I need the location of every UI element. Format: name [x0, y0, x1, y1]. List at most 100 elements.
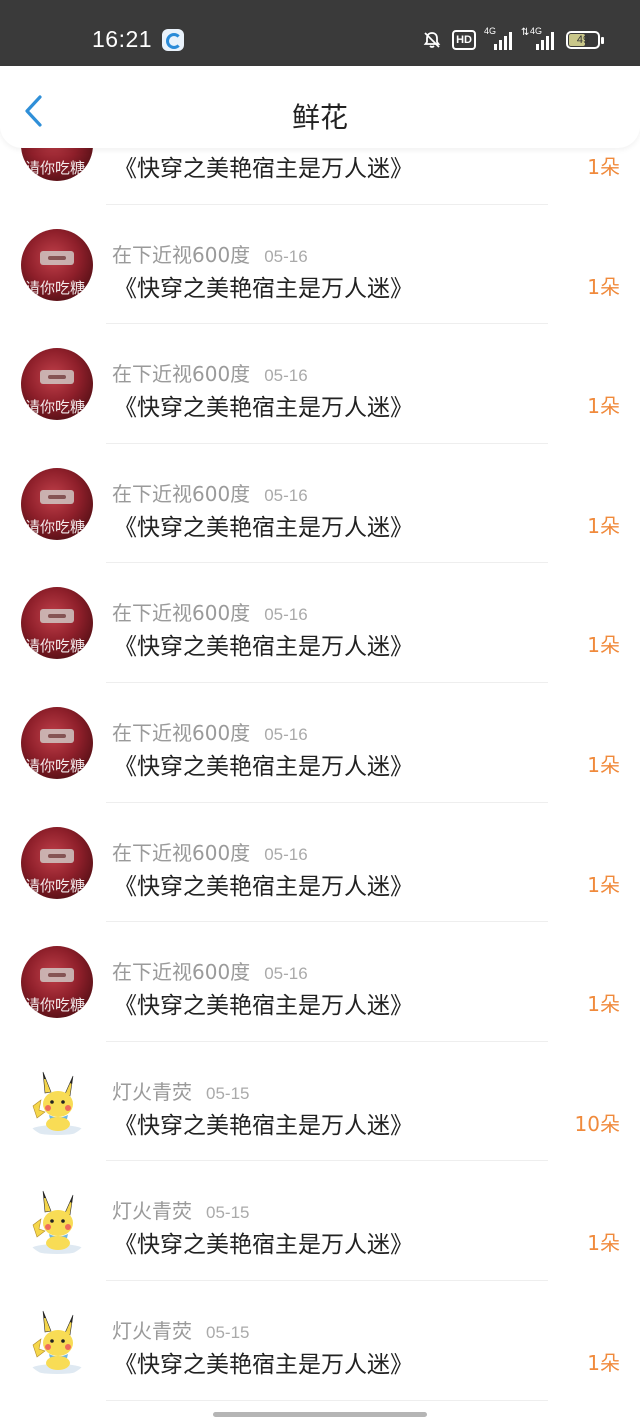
flower-count: 1朵 [587, 513, 620, 538]
row-divider [106, 1399, 548, 1401]
list-item[interactable]: 灯火青荧 05-15 《快穿之美艳宿主是万人迷》 1朵 [0, 1281, 640, 1401]
red-knife-avatar[interactable]: 请你吃糖 [21, 706, 93, 779]
avatar-caption: 请你吃糖 [25, 756, 86, 775]
list-item[interactable]: 请你吃糖 在下近视600度 05-16 《快穿之美艳宿主是万人迷》 1朵 [0, 803, 640, 923]
send-date: 05-16 [264, 724, 308, 744]
flower-list: 请你吃糖在下近视600度05-16《快穿之美艳宿主是万人迷》1朵请你吃糖在下近视… [0, 85, 640, 1401]
sender-line: 在下近视600度 05-16 [112, 956, 308, 985]
avatar-caption: 请你吃糖 [25, 278, 86, 297]
flower-count: 10朵 [574, 1111, 620, 1136]
flower-count: 1朵 [587, 1350, 620, 1375]
avatar-caption: 请你吃糖 [25, 996, 86, 1015]
sender-line: 在下近视600度 05-16 [112, 358, 308, 387]
red-knife-avatar[interactable]: 请你吃糖 [21, 826, 93, 899]
red-knife-avatar[interactable]: 请你吃糖 [21, 587, 93, 660]
send-date: 05-15 [206, 1203, 250, 1223]
blade-graphic [40, 489, 74, 504]
signal-icon: 4G [484, 26, 512, 50]
red-knife-avatar[interactable]: 请你吃糖 [21, 348, 93, 421]
sender-line: 在下近视600度 05-16 [112, 717, 308, 746]
flower-count: 1朵 [587, 633, 620, 658]
list-item[interactable]: 请你吃糖 在下近视600度 05-16 《快穿之美艳宿主是万人迷》 1朵 [0, 205, 640, 325]
red-knife-avatar[interactable]: 请你吃糖 [21, 467, 93, 540]
sender-line: 灯火青荧 05-15 [112, 1315, 249, 1344]
flower-count: 1朵 [587, 872, 620, 897]
signal-icon-2: 4G ⇅ [521, 26, 556, 50]
pikachu-avatar[interactable] [21, 1065, 93, 1138]
send-date: 05-15 [206, 1322, 250, 1342]
sender-name[interactable]: 在下近视600度 [112, 960, 250, 984]
pikachu-avatar[interactable] [21, 1304, 93, 1377]
red-knife-avatar[interactable]: 请你吃糖 [21, 228, 93, 301]
blade-graphic [40, 370, 74, 385]
book-title: 《快穿之美艳宿主是万人迷》 [114, 156, 413, 182]
send-date: 05-16 [264, 485, 308, 505]
network-type-label: 4G [484, 26, 497, 36]
send-date: 05-15 [206, 1083, 250, 1103]
sender-line: 灯火青荧 05-15 [112, 1076, 249, 1105]
hd-badge: HD [452, 30, 476, 50]
sender-name[interactable]: 在下近视600度 [112, 362, 250, 386]
book-title: 《快穿之美艳宿主是万人迷》 [114, 993, 413, 1020]
sender-name[interactable]: 在下近视600度 [112, 482, 250, 506]
avatar-caption: 请你吃糖 [25, 398, 86, 417]
avatar-caption: 请你吃糖 [25, 876, 86, 895]
silent-bell-icon [422, 30, 442, 50]
send-date: 05-16 [264, 246, 308, 266]
list-item[interactable]: 请你吃糖 在下近视600度 05-16 《快穿之美艳宿主是万人迷》 1朵 [0, 922, 640, 1042]
sender-name[interactable]: 在下近视600度 [112, 243, 250, 267]
status-bar: 16:21 HD 4G 4G ⇅ 49 [0, 0, 640, 66]
status-time: 16:21 [92, 26, 153, 52]
list-item[interactable]: 请你吃糖 在下近视600度 05-16 《快穿之美艳宿主是万人迷》 1朵 [0, 563, 640, 683]
app-notification-icon [162, 29, 184, 51]
avatar-caption: 请你吃糖 [25, 517, 86, 536]
list-item[interactable]: 请你吃糖 在下近视600度 05-16 《快穿之美艳宿主是万人迷》 1朵 [0, 324, 640, 444]
sender-name[interactable]: 灯火青荧 [112, 1199, 192, 1223]
send-date: 05-16 [264, 605, 308, 625]
flower-count: 1朵 [587, 274, 620, 299]
list-item[interactable]: 请你吃糖 在下近视600度 05-16 《快穿之美艳宿主是万人迷》 1朵 [0, 444, 640, 564]
blade-graphic [40, 250, 74, 265]
blade-graphic [40, 848, 74, 863]
sender-line: 在下近视600度 05-16 [112, 837, 308, 866]
home-indicator[interactable] [213, 1412, 427, 1417]
sender-line: 在下近视600度 05-16 [112, 239, 308, 268]
send-date: 05-16 [264, 964, 308, 984]
book-title: 《快穿之美艳宿主是万人迷》 [114, 634, 413, 661]
list-item[interactable]: 灯火青荧 05-15 《快穿之美艳宿主是万人迷》 1朵 [0, 1161, 640, 1281]
avatar-caption: 请你吃糖 [25, 637, 86, 656]
book-title: 《快穿之美艳宿主是万人迷》 [114, 1351, 413, 1378]
status-icons: HD 4G 4G ⇅ 49 [422, 26, 604, 52]
flower-count: 1朵 [587, 752, 620, 777]
list-item[interactable]: 灯火青荧 05-15 《快穿之美艳宿主是万人迷》 10朵 [0, 1042, 640, 1162]
blade-graphic [40, 728, 74, 743]
send-date: 05-16 [264, 366, 308, 386]
sender-name[interactable]: 灯火青荧 [112, 1080, 192, 1104]
book-title: 《快穿之美艳宿主是万人迷》 [114, 753, 413, 780]
nav-header: 鲜花 [0, 66, 640, 148]
send-date: 05-16 [264, 844, 308, 864]
book-title: 《快穿之美艳宿主是万人迷》 [114, 395, 413, 422]
book-title: 《快穿之美艳宿主是万人迷》 [114, 1232, 413, 1259]
page-title: 鲜花 [291, 101, 348, 134]
sender-name[interactable]: 灯火青荧 [112, 1319, 192, 1343]
sender-line: 在下近视600度 05-16 [112, 597, 308, 626]
sender-name[interactable]: 在下近视600度 [112, 601, 250, 625]
book-title: 《快穿之美艳宿主是万人迷》 [114, 1112, 413, 1139]
sender-name[interactable]: 在下近视600度 [112, 841, 250, 865]
avatar-caption: 请你吃糖 [25, 159, 86, 177]
pikachu-avatar[interactable] [21, 1185, 93, 1258]
flower-count: 1朵 [587, 155, 620, 179]
sender-name[interactable]: 在下近视600度 [112, 721, 250, 745]
flower-count: 1朵 [587, 992, 620, 1017]
blade-graphic [40, 609, 74, 624]
battery-icon: 49 [566, 31, 604, 49]
book-title: 《快穿之美艳宿主是万人迷》 [114, 873, 413, 900]
sender-line: 灯火青荧 05-15 [112, 1195, 249, 1224]
red-knife-avatar[interactable]: 请你吃糖 [21, 946, 93, 1019]
list-item[interactable]: 请你吃糖 在下近视600度 05-16 《快穿之美艳宿主是万人迷》 1朵 [0, 683, 640, 803]
flower-count: 1朵 [587, 1231, 620, 1256]
blade-graphic [40, 968, 74, 983]
sender-line: 在下近视600度 05-16 [112, 478, 308, 507]
flower-count: 1朵 [587, 394, 620, 419]
